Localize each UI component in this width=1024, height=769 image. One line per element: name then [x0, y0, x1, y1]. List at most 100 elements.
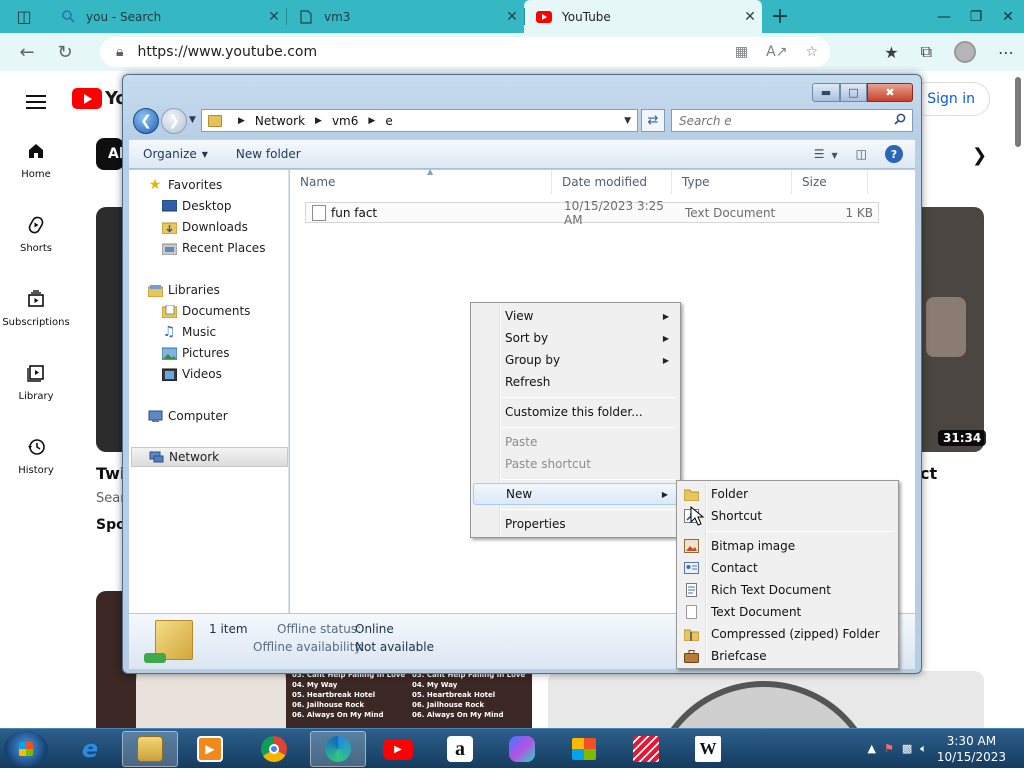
nav-music[interactable]: ♫ Music	[161, 322, 216, 342]
column-header-name[interactable]: Name	[290, 170, 552, 194]
menu-item-paste[interactable]: Paste	[473, 431, 678, 453]
close-tab-icon[interactable]: ✕	[500, 9, 524, 25]
action-center-flag-icon[interactable]: ⚑	[884, 742, 894, 756]
taskbar-chrome[interactable]	[246, 731, 302, 767]
menu-item-group-by[interactable]: Group by ▶	[473, 349, 678, 371]
tab-you-search[interactable]: you - Search ✕	[48, 0, 286, 33]
chevron-down-icon[interactable]: ▼	[624, 116, 631, 126]
menu-item-customize-folder[interactable]: Customize this folder...	[473, 401, 678, 423]
close-button[interactable]: ✖	[867, 83, 913, 102]
nav-computer[interactable]: Computer	[147, 406, 228, 426]
apps-icon[interactable]: ▦	[735, 44, 748, 60]
maximize-button[interactable]: □	[840, 83, 867, 102]
new-zip-folder-item[interactable]: Compressed (zipped) Folder	[679, 623, 896, 645]
tab-vm3[interactable]: vm3 ✕	[286, 0, 524, 33]
taskbar-wikipedia[interactable]: W	[680, 731, 736, 767]
collections-icon[interactable]: ⧉	[921, 42, 932, 62]
add-favorite-icon[interactable]: ☆	[805, 44, 818, 60]
breadcrumb-e[interactable]: e	[385, 114, 392, 128]
sidebar-item-subscriptions[interactable]: Subscriptions	[0, 289, 72, 363]
taskbar-copilot[interactable]	[494, 731, 550, 767]
sidebar-item-home[interactable]: Home	[0, 141, 72, 215]
tab-actions-icon[interactable]: ◫	[0, 0, 48, 33]
address-bar[interactable]: 🔒︎ https://www.youtube.com ▦ A↗ ☆	[100, 37, 830, 67]
close-icon[interactable]: ✕	[992, 9, 1024, 25]
nav-favorites[interactable]: ★ Favorites	[147, 175, 223, 195]
nav-libraries[interactable]: Libraries	[147, 280, 220, 300]
back-arrow-icon[interactable]: ←	[8, 42, 46, 63]
taskbar-bank-of-america[interactable]	[618, 731, 674, 767]
menu-item-sort-by[interactable]: Sort by ▶	[473, 327, 678, 349]
breadcrumb-separator-icon[interactable]: ▶	[238, 116, 245, 126]
search-icon[interactable]	[894, 113, 906, 128]
more-options-icon[interactable]: ⋯	[998, 43, 1014, 62]
restore-icon[interactable]: ❐	[960, 9, 992, 25]
new-tab-button[interactable]: +	[762, 0, 798, 33]
column-header-size[interactable]: Size	[792, 170, 868, 194]
hamburger-menu-icon[interactable]	[26, 91, 46, 113]
taskbar-edge[interactable]	[310, 731, 366, 767]
chip-all[interactable]: All	[96, 138, 128, 170]
breadcrumb-network[interactable]: Network	[255, 114, 305, 128]
file-row[interactable]: fun fact 10/15/2023 3:25 AM Text Documen…	[305, 199, 879, 227]
preview-pane-icon[interactable]: ◫	[856, 147, 867, 161]
new-text-document-item[interactable]: Text Document	[679, 601, 896, 623]
taskbar-internet-explorer[interactable]: e	[62, 731, 118, 767]
menu-item-new[interactable]: New ▶	[473, 483, 678, 505]
minimize-icon[interactable]: —	[928, 9, 960, 25]
page-scrollbar[interactable]	[1012, 71, 1024, 191]
column-header-date-modified[interactable]: Date modified	[552, 170, 672, 194]
favorites-icon[interactable]: ★	[884, 43, 898, 62]
search-input[interactable]	[679, 113, 879, 128]
recent-pages-dropdown[interactable]: ▼	[189, 115, 196, 125]
explorer-search[interactable]	[671, 109, 913, 132]
sign-in-button[interactable]: Sign in	[910, 82, 990, 116]
nav-pictures[interactable]: Pictures	[161, 343, 230, 363]
profile-avatar[interactable]	[954, 41, 976, 63]
breadcrumb-separator-icon[interactable]: ▶	[368, 116, 375, 126]
back-button[interactable]: ❮	[133, 108, 159, 134]
start-button[interactable]	[4, 731, 48, 767]
taskbar-youtube[interactable]: ▶	[370, 731, 426, 767]
new-rich-text-item[interactable]: Rich Text Document	[679, 579, 896, 601]
display-icon[interactable]: ▩	[902, 742, 912, 756]
video-title[interactable]: ct	[920, 464, 937, 483]
new-bitmap-item[interactable]: Bitmap image	[679, 535, 896, 557]
nav-desktop[interactable]: Desktop	[161, 196, 232, 216]
minimize-button[interactable]: ▬	[812, 83, 840, 102]
video-title[interactable]: Twi	[96, 464, 125, 483]
nav-network[interactable]: Network	[131, 447, 288, 467]
volume-muted-icon[interactable]: 🔈︎	[920, 742, 927, 756]
new-contact-item[interactable]: Contact	[679, 557, 896, 579]
youtube-logo[interactable]: Yo	[72, 88, 128, 109]
video-thumbnail[interactable]	[920, 207, 984, 452]
nav-documents[interactable]: Documents	[161, 301, 250, 321]
close-tab-icon[interactable]: ✕	[738, 9, 762, 25]
taskbar-amazon[interactable]: a	[432, 731, 488, 767]
tab-youtube[interactable]: YouTube ✕	[524, 0, 762, 33]
breadcrumb-vm6[interactable]: vm6	[332, 114, 358, 128]
sidebar-item-library[interactable]: Library	[0, 363, 72, 437]
menu-item-refresh[interactable]: Refresh	[473, 371, 678, 393]
nav-downloads[interactable]: Downloads	[161, 217, 248, 237]
sidebar-item-shorts[interactable]: Shorts	[0, 215, 72, 289]
reload-icon[interactable]: ↻	[46, 42, 84, 63]
show-hidden-icons-icon[interactable]: ▲	[867, 742, 875, 756]
change-view-icon[interactable]: ☰ ▼	[814, 147, 838, 161]
breadcrumb-separator-icon[interactable]: ▶	[315, 116, 322, 126]
read-aloud-icon[interactable]: A↗	[766, 44, 787, 60]
menu-item-view[interactable]: View ▶	[473, 305, 678, 327]
help-icon[interactable]: ?	[885, 145, 903, 163]
sidebar-item-history[interactable]: History	[0, 437, 72, 511]
explorer-address-bar[interactable]: ▶ Network ▶ vm6 ▶ e ▼	[201, 109, 638, 132]
new-folder-button[interactable]: New folder	[222, 140, 315, 168]
new-shortcut-item[interactable]: Shortcut	[679, 505, 896, 527]
taskbar-media-player[interactable]: ▶	[182, 731, 238, 767]
chevron-right-icon[interactable]: ❯	[972, 145, 987, 166]
organize-button[interactable]: Organize ▼	[129, 140, 222, 168]
new-briefcase-item[interactable]: Briefcase	[679, 645, 896, 667]
taskbar-file-explorer[interactable]	[122, 731, 178, 767]
nav-videos[interactable]: Videos	[161, 364, 222, 384]
forward-button[interactable]: ❯	[161, 108, 187, 134]
menu-item-paste-shortcut[interactable]: Paste shortcut	[473, 453, 678, 475]
